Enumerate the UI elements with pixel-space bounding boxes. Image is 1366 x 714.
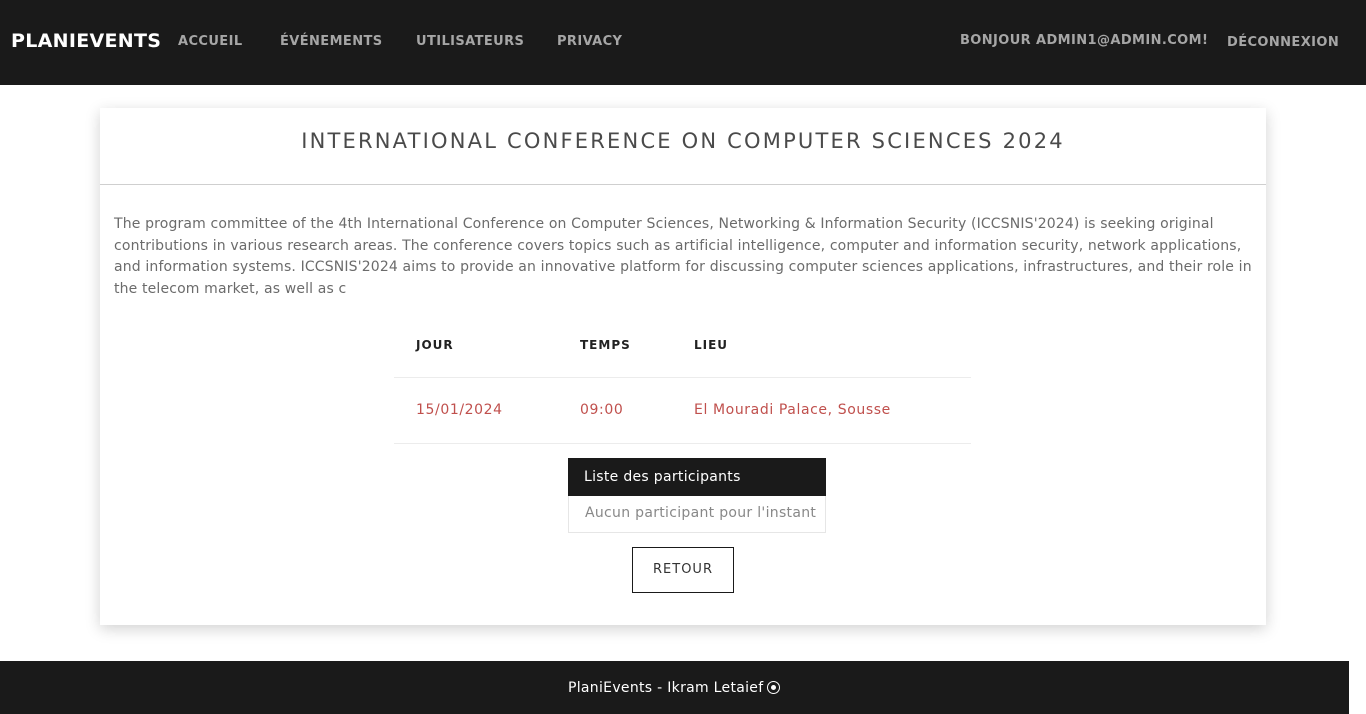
- nav-link-utilisateurs[interactable]: UTILISATEURS: [416, 34, 524, 49]
- table-cell-jour: 15/01/2024: [416, 402, 503, 418]
- nav-link-evenements[interactable]: ÉVÉNEMENTS: [280, 34, 383, 49]
- event-description: The program committee of the 4th Interna…: [114, 216, 1252, 297]
- table-divider: [394, 443, 971, 444]
- event-card: INTERNATIONAL CONFERENCE ON COMPUTER SCI…: [100, 108, 1266, 625]
- table-cell-lieu: El Mouradi Palace, Sousse: [694, 402, 891, 418]
- user-greeting[interactable]: BONJOUR ADMIN1@ADMIN.COM!: [960, 33, 1208, 48]
- nav-link-privacy[interactable]: PRIVACY: [557, 34, 622, 49]
- copyright-icon: [767, 681, 781, 694]
- footer: PlaniEvents - Ikram Letaief: [0, 661, 1349, 714]
- brand-logo[interactable]: PLANIEVENTS: [11, 30, 161, 52]
- back-button[interactable]: RETOUR: [632, 547, 734, 593]
- nav-link-accueil[interactable]: ACCUEIL: [178, 34, 243, 49]
- participants-list-header: Liste des participants: [568, 458, 826, 496]
- footer-credit: PlaniEvents - Ikram Letaief: [568, 680, 781, 696]
- participants-empty-message: Aucun participant pour l'instant: [568, 496, 826, 533]
- navbar: PLANIEVENTS ACCUEIL ÉVÉNEMENTS UTILISATE…: [0, 0, 1366, 85]
- title-divider: [100, 184, 1266, 185]
- footer-text: PlaniEvents - Ikram Letaief: [568, 680, 764, 696]
- table-header-temps: TEMPS: [580, 338, 631, 352]
- table-cell-temps: 09:00: [580, 402, 624, 418]
- table-divider: [394, 377, 971, 378]
- table-header-lieu: LIEU: [694, 338, 729, 352]
- table-header-jour: JOUR: [416, 338, 454, 352]
- event-title: INTERNATIONAL CONFERENCE ON COMPUTER SCI…: [301, 129, 1065, 153]
- logout-link[interactable]: DÉCONNEXION: [1227, 35, 1339, 50]
